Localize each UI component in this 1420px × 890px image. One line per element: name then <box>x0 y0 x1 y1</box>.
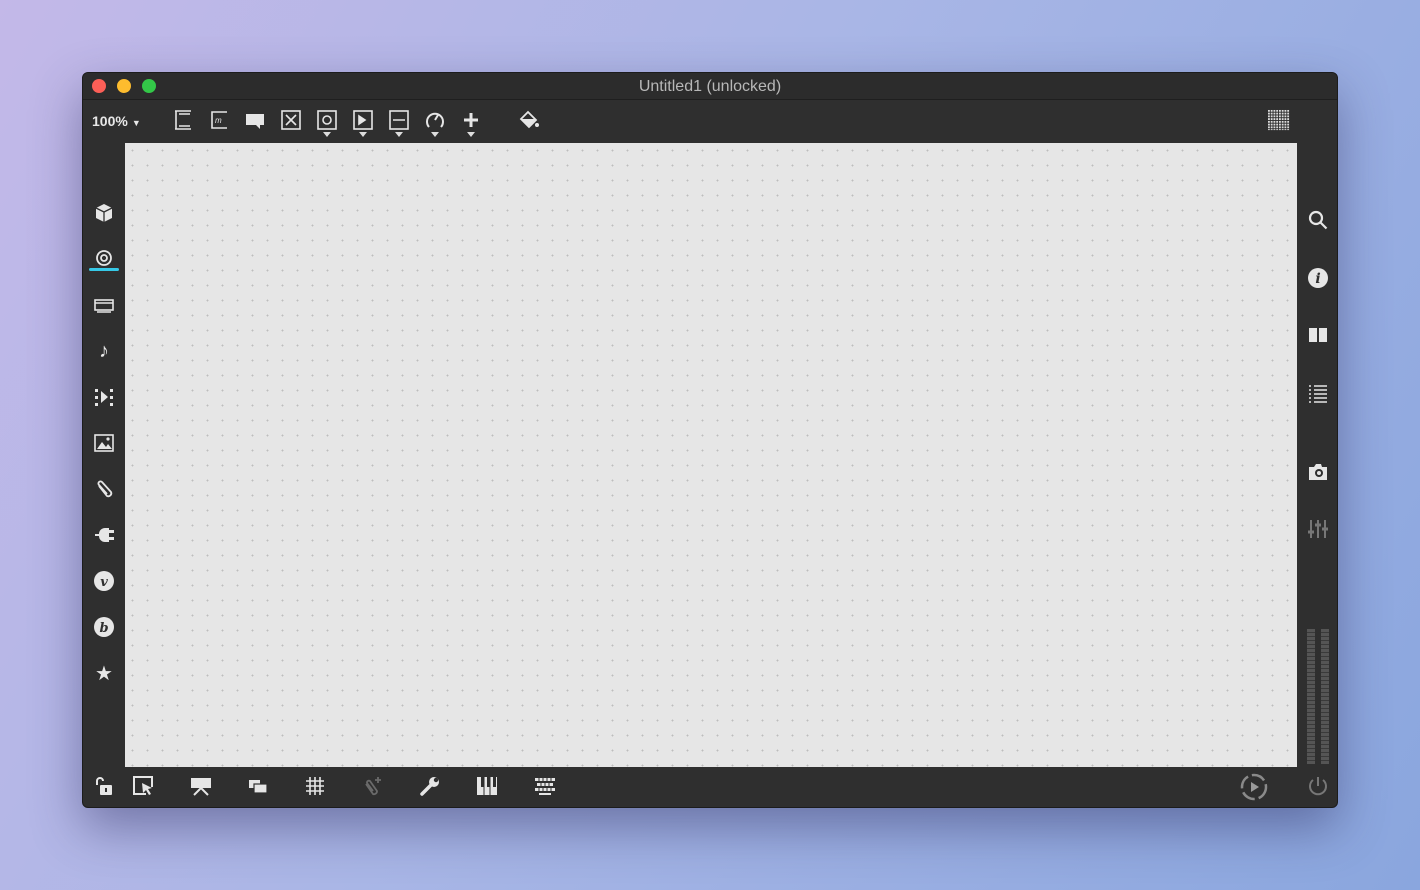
zoom-value: 100% <box>92 113 128 129</box>
list-icon[interactable] <box>1306 381 1330 405</box>
grid-view-button[interactable] <box>1267 109 1291 135</box>
info-icon[interactable]: i <box>1306 266 1330 290</box>
svg-text:b: b <box>99 621 108 636</box>
patcher-window: Untitled1 (unlocked) 100% ▼ m ♪ v b ★ i <box>82 72 1338 808</box>
bang-icon <box>317 110 337 130</box>
add-object-button[interactable] <box>459 109 483 137</box>
presentation-icon[interactable] <box>92 293 116 317</box>
layers-icon[interactable] <box>246 774 270 798</box>
image-icon[interactable] <box>92 431 116 455</box>
window-title: Untitled1 (unlocked) <box>638 78 782 95</box>
dot-grid-icon <box>1268 109 1290 131</box>
bottom-toolbar <box>83 765 1337 807</box>
active-tab-indicator <box>89 268 119 271</box>
comment-icon <box>246 114 264 129</box>
toggle-icon <box>281 110 301 130</box>
audio-meter-right <box>1321 629 1329 764</box>
search-icon[interactable] <box>1306 208 1330 232</box>
title-bar: Untitled1 (unlocked) <box>83 73 1337 100</box>
packages-icon[interactable] <box>92 201 116 225</box>
grid-icon[interactable] <box>303 774 327 798</box>
mixer-sliders-icon[interactable] <box>1306 517 1330 541</box>
svg-text:i: i <box>1315 271 1320 287</box>
play-icon <box>353 110 373 130</box>
chevron-down-icon: ▼ <box>131 118 141 128</box>
button-object-button[interactable] <box>315 109 339 137</box>
slider-button[interactable] <box>387 109 411 137</box>
lock-icon[interactable] <box>91 774 115 798</box>
slider-icon <box>389 110 409 130</box>
select-mode-icon[interactable] <box>131 774 155 798</box>
vizzie-icon[interactable]: v <box>92 569 116 593</box>
reference-book-icon[interactable] <box>1306 323 1330 347</box>
snapshot-camera-icon[interactable] <box>1306 460 1330 484</box>
music-note-icon[interactable]: ♪ <box>92 339 116 363</box>
wrench-icon[interactable] <box>418 774 442 798</box>
media-icon[interactable] <box>92 385 116 409</box>
patcher-canvas[interactable] <box>125 143 1297 767</box>
object-box-icon <box>175 110 191 130</box>
power-icon[interactable] <box>1306 774 1330 798</box>
beap-icon[interactable]: b <box>92 615 116 639</box>
play-button[interactable] <box>351 109 375 137</box>
dropdown-arrow-icon <box>395 132 403 137</box>
svg-text:m: m <box>215 116 222 125</box>
svg-text:v: v <box>100 575 108 590</box>
audio-meter-left <box>1307 629 1315 764</box>
comment-button[interactable] <box>243 109 267 135</box>
star-icon[interactable]: ★ <box>92 661 116 685</box>
dropdown-arrow-icon <box>431 132 439 137</box>
message-icon: m <box>211 111 227 129</box>
dial-button[interactable] <box>423 109 447 137</box>
computer-keyboard-icon[interactable] <box>533 774 557 798</box>
toggle-button[interactable] <box>279 109 303 135</box>
dropdown-arrow-icon <box>359 132 367 137</box>
dial-icon <box>426 112 444 128</box>
new-attachment-icon-disabled <box>360 774 384 798</box>
dropdown-arrow-icon <box>323 132 331 137</box>
dropdown-arrow-icon <box>467 132 475 137</box>
object-box-button[interactable] <box>171 109 195 135</box>
audio-on-icon[interactable] <box>1239 772 1269 802</box>
piano-keyboard-icon[interactable] <box>475 774 499 798</box>
message-box-button[interactable]: m <box>207 109 231 135</box>
paperclip-icon[interactable] <box>92 477 116 501</box>
plus-icon <box>464 113 478 127</box>
presentation-mode-icon[interactable] <box>189 774 213 798</box>
toolbar: 100% ▼ m <box>83 101 1337 143</box>
paint-bucket-icon <box>519 110 539 129</box>
zoom-select[interactable]: 100% ▼ <box>92 113 141 129</box>
plugin-icon[interactable] <box>92 523 116 547</box>
paint-bucket-button[interactable] <box>517 109 541 135</box>
